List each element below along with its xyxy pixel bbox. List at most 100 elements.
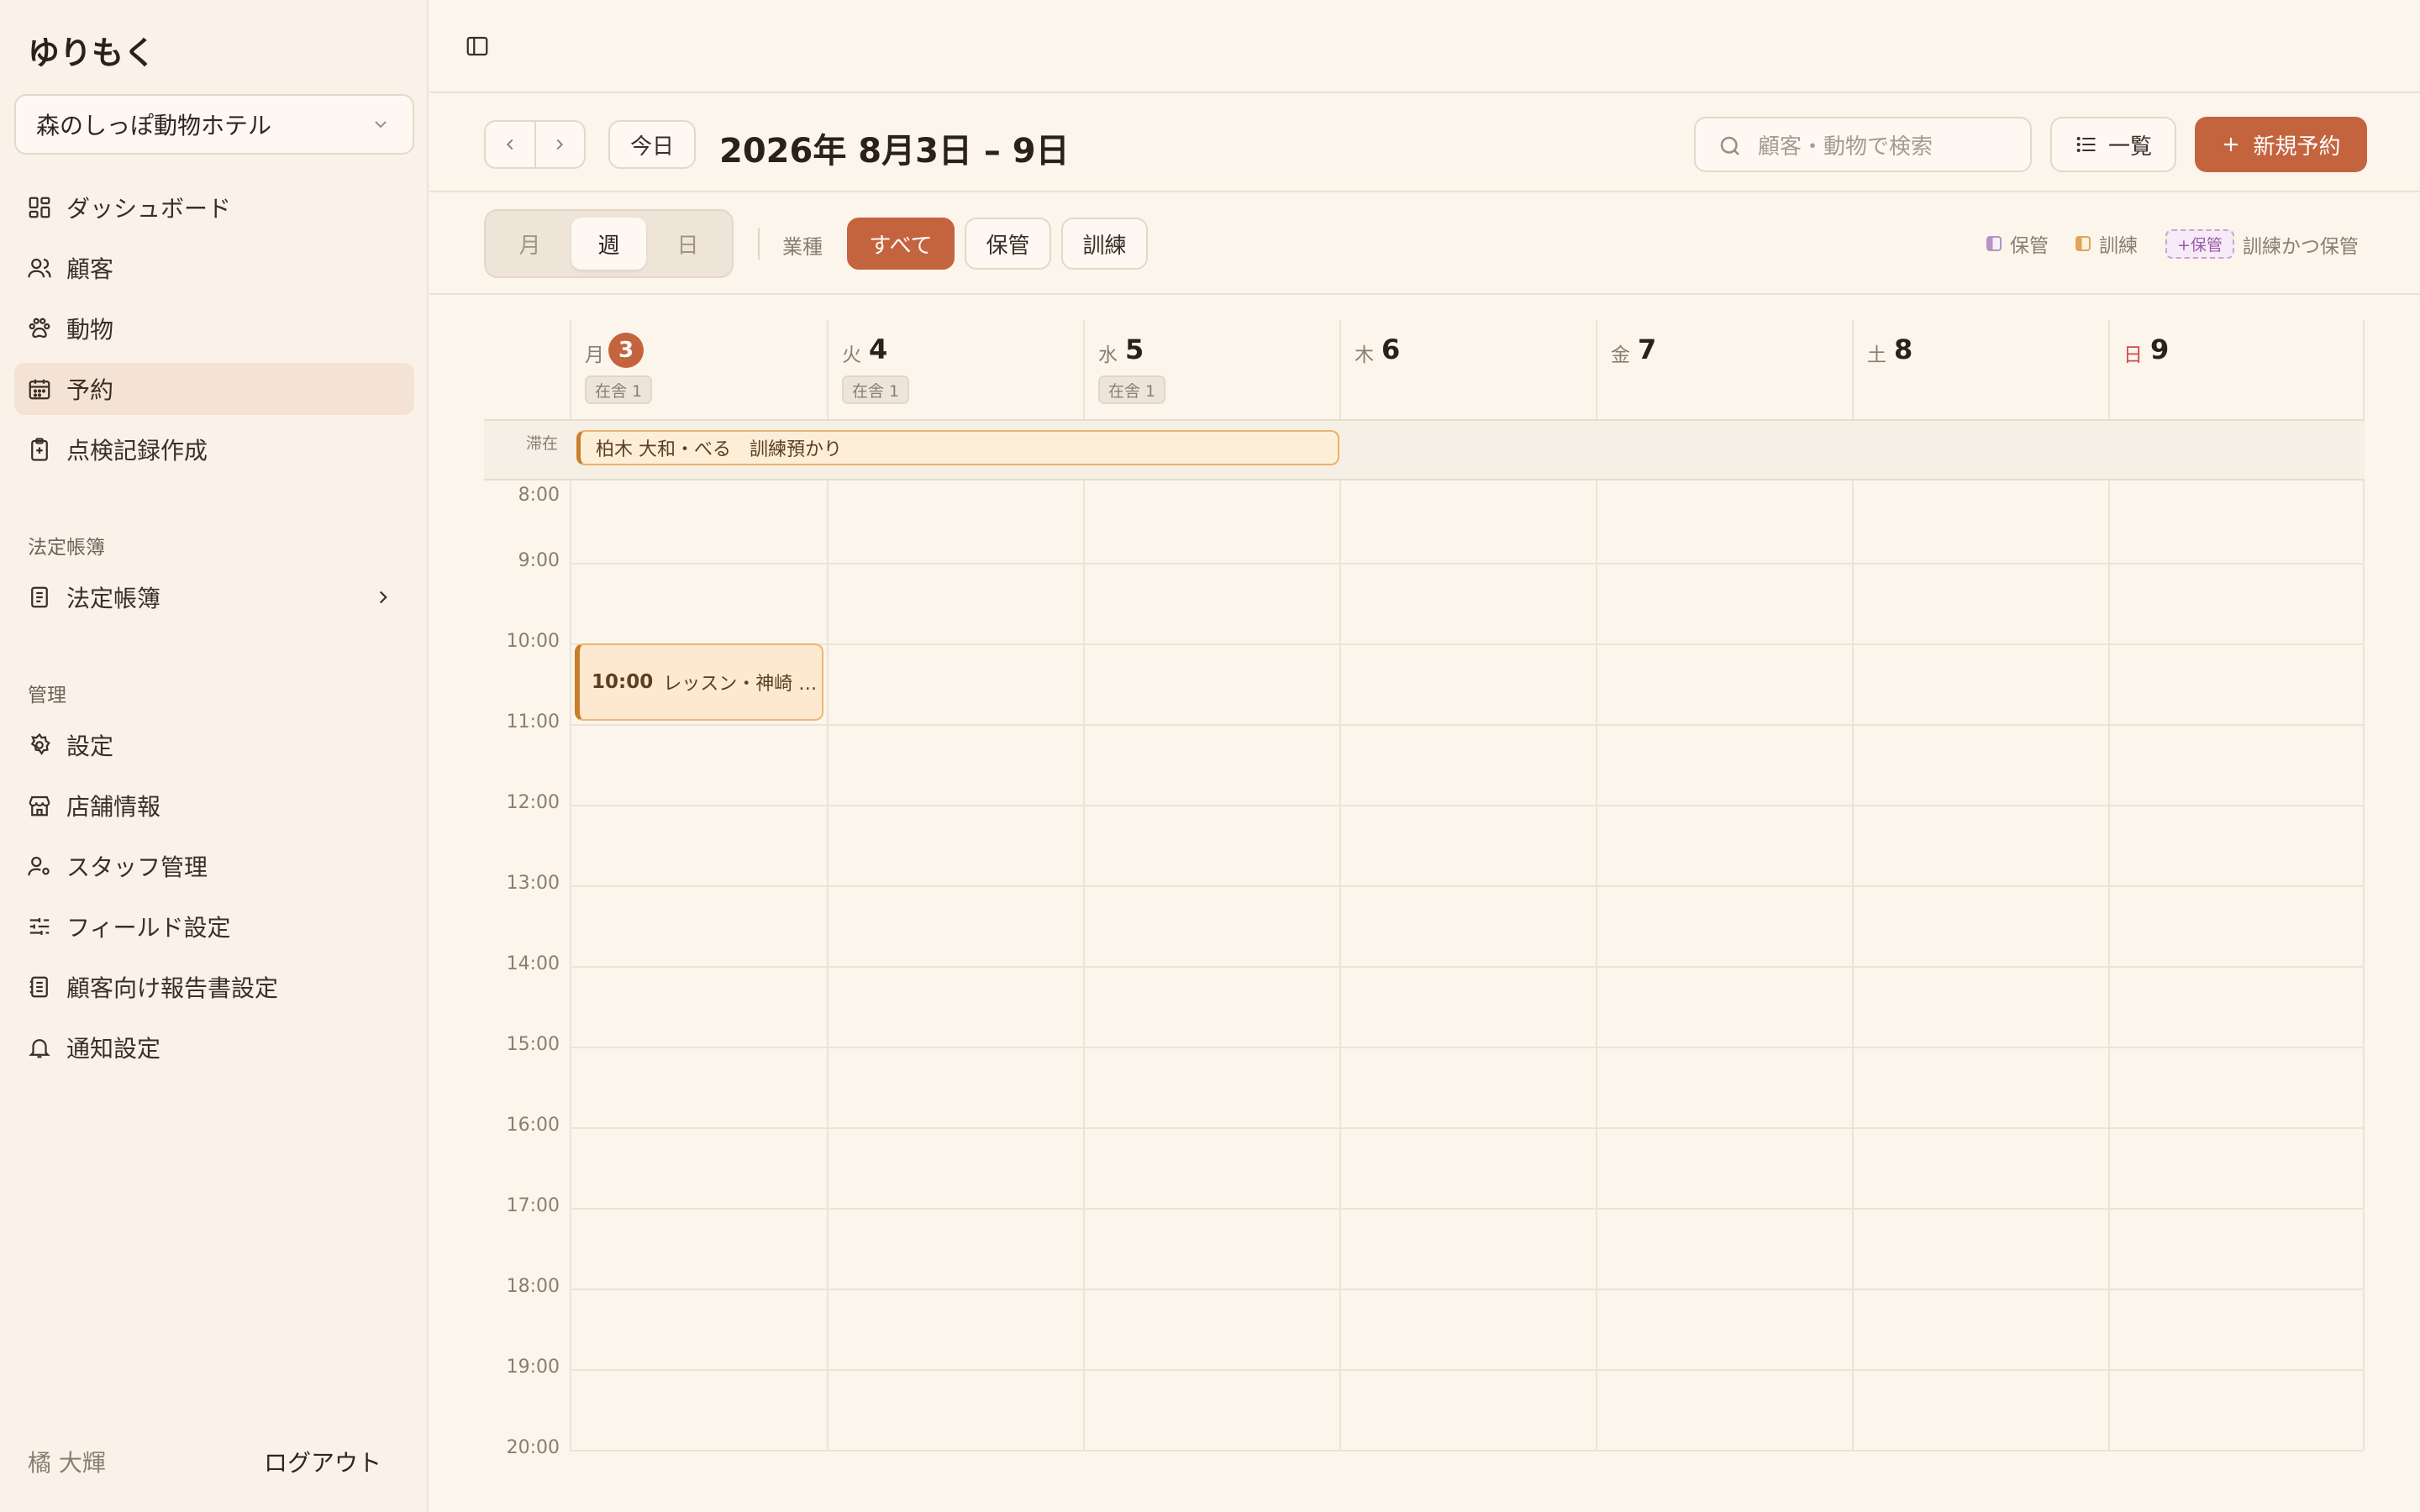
sidebar-item-inspection[interactable]: 点検記録作成 [14,423,414,475]
hour-line [570,1047,2365,1048]
day-header-mon[interactable]: 月 3 在舎 1 [571,320,827,419]
hour-line [570,1369,2365,1371]
sidebar-item-customers[interactable]: 顧客 [14,242,414,294]
calendar-event[interactable]: 10:00 レッスン・神崎 … [575,643,823,721]
list-icon [2076,137,2096,152]
stay-count-badge: 在舎 1 [842,375,910,404]
hour-line [570,1208,2365,1210]
gear-icon [30,732,50,756]
sidebar-item-legal-books[interactable]: 法定帳簿 [14,571,414,623]
date-number: 9 [2150,333,2170,365]
day-header-sat[interactable]: 土 8 [1854,320,2109,419]
hour-line [570,805,2365,806]
legend-hold-label: 保管 [2010,235,2049,257]
view-month-tab[interactable]: 月 [492,218,567,270]
plus-icon [2224,138,2238,151]
hour-label: 18:00 [506,1276,560,1297]
day-header-wed[interactable]: 水 5 在舎 1 [1085,320,1340,419]
sidebar-item-label: 通知設定 [66,1035,161,1063]
hour-label: 20:00 [506,1437,560,1458]
filter-train-chip[interactable]: 訓練 [1061,218,1148,270]
search-icon [1720,136,1739,155]
sidebar-item-label: 顧客 [66,255,114,283]
sidebar-item-dashboard[interactable]: ダッシュボード [14,181,414,234]
hour-label: 11:00 [506,711,560,732]
hour-label: 17:00 [506,1195,560,1216]
sidebar-item-label: 点検記録作成 [66,437,208,465]
store-name: 森のしっぽ動物ホテル [36,112,272,139]
hour-line [570,966,2365,968]
today-button[interactable]: 今日 [608,120,696,169]
hour-line [570,1450,2365,1452]
prev-week-button[interactable] [486,122,534,167]
weekday-label: 金 [1611,344,1630,366]
new-reservation-label: 新規予約 [2253,134,2341,160]
topbar [429,0,2420,93]
weekday-label: 木 [1355,344,1374,366]
report-icon [29,976,48,998]
current-user: 橘 大輝 [28,1449,106,1477]
weekday-label: 土 [1867,344,1886,366]
date-number: 5 [1125,333,1144,365]
date-number: 6 [1381,333,1401,365]
day-header-sun[interactable]: 日 9 [2110,320,2365,419]
hour-line [570,643,2365,645]
legend-train: 訓練 [2075,229,2138,258]
dashboard-icon [29,197,50,218]
next-week-button[interactable] [534,122,585,167]
view-week-tab[interactable]: 週 [571,218,646,270]
sidebar-item-fields[interactable]: フィールド設定 [14,900,414,953]
sidebar-item-label: スタッフ管理 [66,853,208,881]
sidebar-item-settings[interactable]: 設定 [14,719,414,771]
sidebar-item-notifications[interactable]: 通知設定 [14,1021,414,1074]
filter-hold-chip[interactable]: 保管 [965,218,1051,270]
hour-label: 12:00 [506,792,560,813]
legend-train-label: 訓練 [2099,235,2138,257]
view-day-tab[interactable]: 日 [650,218,725,270]
search-placeholder: 顧客・動物で検索 [1758,134,1933,160]
stay-event[interactable]: 柏木 大和・べる 訓練預かり [576,430,1339,465]
sidebar-item-store-info[interactable]: 店舗情報 [14,780,414,832]
day-header-fri[interactable]: 金 7 [1597,320,1853,419]
hour-label: 16:00 [506,1115,560,1136]
sidebar-item-label: フィールド設定 [66,914,231,942]
hold-swatch [1986,236,2002,251]
sidebar-item-animals[interactable]: 動物 [14,302,414,354]
sidebar-item-report-settings[interactable]: 顧客向け報告書設定 [14,961,414,1013]
legend-hold: 保管 [1986,229,2049,258]
chevron-down-icon [375,121,387,129]
day-header-tue[interactable]: 火 4 在舎 1 [829,320,1084,419]
hour-label: 8:00 [518,485,560,506]
sidebar-toggle-icon[interactable] [465,34,490,59]
event-title: レッスン・神崎 … [663,674,818,695]
sidebar-item-staff[interactable]: スタッフ管理 [14,840,414,892]
hour-line [570,724,2365,726]
divider [758,228,760,260]
view-switcher: 月 週 日 [484,209,734,278]
new-reservation-button[interactable]: 新規予約 [2195,117,2367,172]
logout-button[interactable]: ログアウト [264,1445,381,1478]
hour-line [570,1127,2365,1129]
sidebar-item-label: 店舗情報 [66,793,161,821]
hour-label: 14:00 [506,953,560,974]
calendar-toolbar: 今日 2026年 8月3日 – 9日 顧客・動物で検索 一覧 新規予約 [429,93,2420,192]
section-label-admin: 管理 [28,685,66,706]
store-icon [29,795,50,816]
search-input[interactable]: 顧客・動物で検索 [1694,117,2032,172]
day-header-thu[interactable]: 木 6 [1341,320,1597,419]
store-select[interactable]: 森のしっぽ動物ホテル [14,94,414,155]
sidebar-item-reservations[interactable]: 予約 [14,363,414,415]
hour-line [570,885,2365,887]
weekday-label: 水 [1098,344,1118,366]
both-tag: +保管 [2165,229,2234,259]
clipboard-plus-icon [31,438,48,461]
list-view-button[interactable]: 一覧 [2050,117,2176,172]
week-nav [484,120,586,169]
hour-line [570,563,2365,564]
filter-all-chip[interactable]: すべて [847,218,955,270]
filter-bar: 月 週 日 業種 すべて 保管 訓練 保管 訓練 +保管 訓練かつ保管 [429,192,2420,295]
business-type-label: 業種 [782,235,823,259]
date-number: 4 [869,333,888,365]
sidebar: ゆりもく 森のしっぽ動物ホテル ダッシュボード 顧客 動物 予約 点検記録作成 … [0,0,429,1512]
event-time: 10:00 [592,671,654,693]
